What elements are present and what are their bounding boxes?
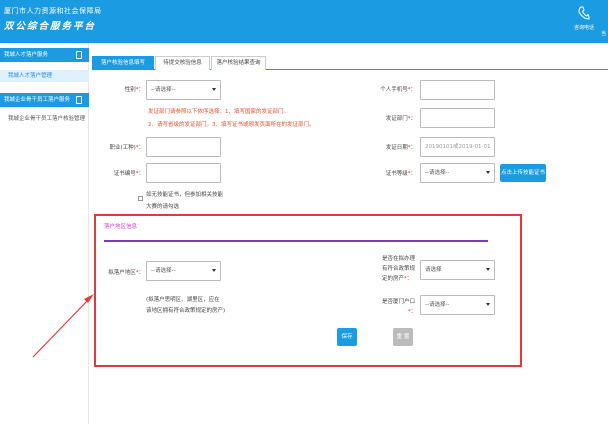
arrow-annotation [32,294,94,358]
